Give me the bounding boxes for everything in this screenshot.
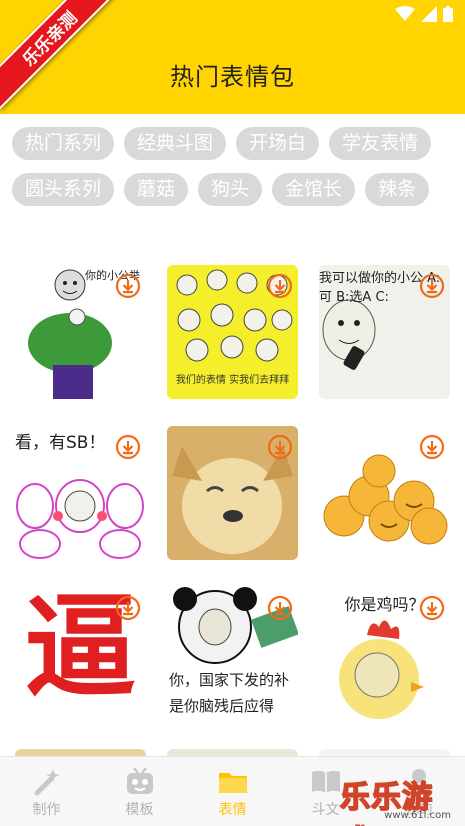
robot-icon: [126, 767, 153, 794]
tag-hot-series[interactable]: 热门系列: [12, 127, 115, 160]
download-icon[interactable]: [267, 434, 293, 460]
tab-label: 斗文: [311, 802, 340, 818]
tag-latiao[interactable]: 辣条: [365, 173, 430, 206]
wand-icon: [34, 769, 60, 796]
category-tags: 热门系列 经典斗图 开场白 学友表情 圆头系列 蘑菇 狗头 金馆长 辣条: [12, 127, 452, 206]
watermark-url: www.61l.com: [384, 810, 451, 821]
site-watermark: 乐乐游戏 www.61l.com: [339, 770, 465, 826]
sticker-card[interactable]: [319, 426, 450, 560]
sticker-grid: 你的小公举 我们的表情 实我们去拜拜 我可以做你的小公 A:可 B:选A C:: [15, 265, 455, 721]
tab-make[interactable]: 制作: [0, 757, 93, 826]
sticker-caption: 我们的表情 实我们去拜拜: [175, 375, 290, 386]
download-icon[interactable]: [419, 595, 445, 621]
wifi-icon: [395, 6, 415, 21]
sticker-card[interactable]: 你是鸡吗？: [319, 587, 450, 721]
download-icon[interactable]: [419, 434, 445, 460]
tag-mushroom[interactable]: 蘑菇: [124, 173, 189, 206]
download-icon[interactable]: [267, 595, 293, 621]
sticker-caption: 你，国家下发的补 是你脑残后应得: [169, 671, 290, 715]
tab-label: 表情: [218, 802, 247, 818]
sticker-card[interactable]: 逼: [15, 587, 146, 721]
tag-opening[interactable]: 开场白: [236, 127, 320, 160]
tab-label: 制作: [32, 802, 61, 818]
tab-label: 模板: [125, 802, 154, 818]
sticker-card[interactable]: 我们的表情 实我们去拜拜: [167, 265, 298, 399]
book-icon: [311, 770, 340, 793]
sticker-card[interactable]: 我可以做你的小公 A:可 B:选A C:: [319, 265, 450, 399]
tag-dog-head[interactable]: 狗头: [198, 173, 263, 206]
battery-icon: [443, 6, 453, 22]
signal-icon: [421, 6, 437, 22]
tab-emoji[interactable]: 表情: [186, 757, 279, 826]
tag-xueyou[interactable]: 学友表情: [329, 127, 432, 160]
download-icon[interactable]: [267, 273, 293, 299]
tag-round-head[interactable]: 圆头系列: [12, 173, 115, 206]
app-header: 乐乐亲测 热门表情包: [0, 0, 465, 114]
page-title: 热门表情包: [170, 63, 295, 91]
status-bar: [395, 6, 453, 22]
sticker-card[interactable]: 你的小公举: [15, 265, 146, 399]
download-icon[interactable]: [419, 273, 445, 299]
tag-jin-guanzhang[interactable]: 金馆长: [272, 173, 356, 206]
sticker-card[interactable]: 你，国家下发的补 是你脑残后应得: [167, 587, 298, 721]
download-icon[interactable]: [115, 273, 141, 299]
tag-classic[interactable]: 经典斗图: [124, 127, 227, 160]
sticker-card[interactable]: 看，有SB！: [15, 426, 146, 560]
download-icon[interactable]: [115, 595, 141, 621]
sticker-card[interactable]: [167, 426, 298, 560]
folder-icon: [218, 773, 247, 793]
test-ribbon: 乐乐亲测: [0, 0, 121, 110]
download-icon[interactable]: [115, 434, 141, 460]
tab-template[interactable]: 模板: [93, 757, 186, 826]
